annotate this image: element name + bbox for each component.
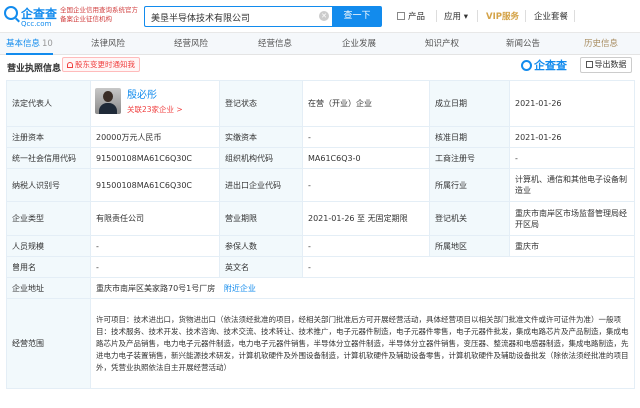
approved-label: 核准日期	[429, 126, 510, 148]
nav-divider	[574, 10, 575, 22]
table-row: 法定代表人 殷必彤 关联23家企业 > 登记状态 在营（开业）企业 成立日期 2…	[6, 80, 635, 127]
tab-label: 基本信息	[6, 39, 41, 49]
tab-business-risk[interactable]: 经营风险	[174, 33, 208, 55]
tab-business-info[interactable]: 经营信息	[258, 33, 292, 55]
export-label: 导出数据	[594, 60, 627, 69]
former-value: -	[90, 256, 220, 278]
top-bar: 企查查 Qcc.com 全国企业信用查询系统官方备案企业征信机构 美垦半导体技术…	[0, 0, 640, 33]
founded-label: 成立日期	[429, 80, 510, 127]
legal-rep-cell: 殷必彤 关联23家企业 >	[90, 80, 220, 127]
legal-rep-name[interactable]: 殷必彤	[127, 90, 157, 101]
reg-cap-label: 注册资本	[6, 126, 91, 148]
table-row: 统一社会信用代码 91500108MA61C6Q30C 组织机构代码 MA61C…	[6, 147, 635, 169]
nav-app[interactable]: 应用 ▾	[444, 10, 468, 22]
export-icon	[585, 61, 593, 68]
watermark-label: 企查查	[534, 59, 567, 72]
paid-cap-label: 实缴资本	[219, 126, 303, 148]
region-value: 重庆市	[509, 235, 635, 257]
type-value: 有限责任公司	[90, 201, 220, 236]
address-cell: 重庆市南岸区美家路70号1号厂房 附近企业	[90, 277, 635, 299]
nav-divider	[525, 10, 526, 22]
section-title: 营业执照信息	[7, 64, 62, 74]
english-label: 英文名	[219, 256, 303, 278]
table-row: 人员规模 - 参保人数 - 所属地区 重庆市	[6, 235, 635, 257]
type-label: 企业类型	[6, 201, 91, 236]
industry-label: 所属行业	[429, 168, 510, 202]
tab-basic-info[interactable]: 基本信息 10	[6, 33, 53, 55]
nav-product[interactable]: 产品	[397, 10, 425, 22]
imp-exp-value: -	[302, 168, 430, 202]
term-label: 营业期限	[219, 201, 303, 236]
credit-code-value: 91500108MA61C6Q30C	[90, 147, 220, 169]
table-row: 经营范围 许可项目：技术进出口，货物进出口（依法须经批准的项目，经相关部门批准后…	[6, 298, 635, 389]
address-value: 重庆市南岸区美家路70号1号厂房	[96, 283, 216, 293]
nearby-companies-link[interactable]: 附近企业	[224, 284, 256, 293]
nav-vip[interactable]: VIP服务	[486, 10, 519, 22]
slogan: 全国企业信用查询系统官方备案企业征信机构	[60, 6, 138, 23]
qcc-watermark-logo: 企查查	[521, 57, 567, 73]
clear-search-icon[interactable]: ✕	[319, 11, 329, 21]
approved-value: 2021-01-26	[509, 126, 635, 148]
avatar[interactable]	[95, 88, 121, 114]
org-code-label: 组织机构代码	[219, 147, 303, 169]
scope-label: 经营范围	[6, 298, 91, 389]
status-label: 登记状态	[219, 80, 303, 127]
org-code-value: MA61C6Q3-0	[302, 147, 430, 169]
related-companies-link[interactable]: 关联23家企业 >	[127, 104, 183, 115]
credit-code-label: 统一社会信用代码	[6, 147, 91, 169]
status-value: 在营（开业）企业	[302, 80, 430, 127]
nav-app-label: 应用	[444, 12, 462, 22]
tab-ip[interactable]: 知识产权	[425, 33, 459, 55]
tab-legal-risk[interactable]: 法律风险	[91, 33, 125, 55]
authority-value: 重庆市南岸区市场监督管理局经开区局	[509, 201, 635, 236]
table-row: 企业地址 重庆市南岸区美家路70号1号厂房 附近企业	[6, 277, 635, 299]
legal-rep-label: 法定代表人	[6, 80, 91, 127]
nav-divider	[436, 10, 437, 22]
authority-label: 登记机关	[429, 201, 510, 236]
notify-button[interactable]: 股东变更时通知我	[62, 57, 140, 72]
former-label: 曾用名	[6, 256, 91, 278]
english-value: -	[302, 256, 635, 278]
staff-value: -	[90, 235, 220, 257]
search-input[interactable]: 美垦半导体技术有限公司	[144, 6, 332, 27]
reg-cap-value: 20000万元人民币	[90, 126, 220, 148]
tab-news[interactable]: 新闻公告	[506, 33, 540, 55]
region-label: 所属地区	[429, 235, 510, 257]
tab-development[interactable]: 企业发展	[342, 33, 376, 55]
biz-reg-label: 工商注册号	[429, 147, 510, 169]
address-label: 企业地址	[6, 277, 91, 299]
business-license-table: 法定代表人 殷必彤 关联23家企业 > 登记状态 在营（开业）企业 成立日期 2…	[6, 80, 635, 389]
industry-value: 计算机、通信和其他电子设备制造业	[509, 168, 635, 202]
tab-bar: 基本信息 10 法律风险 经营风险 经营信息 企业发展 知识产权 新闻公告 历史信…	[0, 33, 640, 55]
taxpayer-value: 91500108MA61C6Q30C	[90, 168, 220, 202]
paid-cap-value: -	[302, 126, 430, 148]
notify-label: 股东变更时通知我	[75, 60, 135, 69]
logo-domain: Qcc.com	[21, 20, 52, 28]
nav-kit[interactable]: 企业套餐	[534, 10, 568, 22]
insured-value: -	[302, 235, 430, 257]
taxpayer-label: 纳税人识别号	[6, 168, 91, 202]
site-logo[interactable]: 企查查 Qcc.com	[4, 4, 57, 30]
insured-label: 参保人数	[219, 235, 303, 257]
staff-label: 人员规模	[6, 235, 91, 257]
grid-icon	[397, 12, 405, 20]
bell-icon	[67, 62, 73, 68]
table-row: 曾用名 - 英文名 -	[6, 256, 635, 278]
imp-exp-label: 进出口企业代码	[219, 168, 303, 202]
term-value: 2021-01-26 至 无固定期限	[302, 201, 430, 236]
founded-value: 2021-01-26	[509, 80, 635, 127]
table-row: 企业类型 有限责任公司 营业期限 2021-01-26 至 无固定期限 登记机关…	[6, 201, 635, 236]
search-button[interactable]: 查一下	[332, 6, 382, 27]
logo-magnifier-icon	[521, 60, 532, 71]
logo-magnifier-icon	[4, 6, 18, 20]
export-button[interactable]: 导出数据	[580, 57, 632, 73]
scope-value: 许可项目：技术进出口，货物进出口（依法须经批准的项目，经相关部门批准后方可开展经…	[90, 298, 635, 389]
biz-reg-value: -	[509, 147, 635, 169]
nav-product-label: 产品	[408, 12, 426, 22]
tab-count: 10	[42, 39, 53, 49]
nav-divider	[477, 10, 478, 22]
table-row: 注册资本 20000万元人民币 实缴资本 - 核准日期 2021-01-26	[6, 126, 635, 148]
table-row: 纳税人识别号 91500108MA61C6Q30C 进出口企业代码 - 所属行业…	[6, 168, 635, 202]
tab-history[interactable]: 历史信息	[584, 33, 618, 55]
